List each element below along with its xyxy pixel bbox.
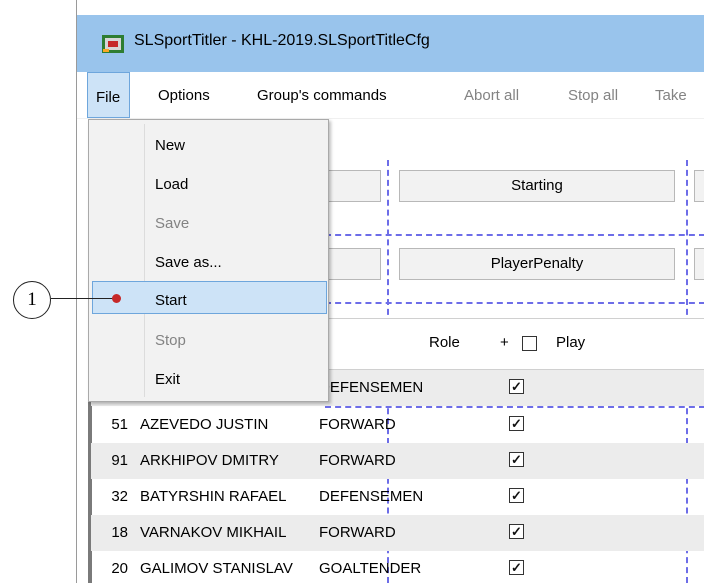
menu-item-start[interactable]: Start	[155, 292, 187, 309]
player-number: 18	[111, 524, 128, 541]
menu-item-save-as[interactable]: Save as...	[155, 254, 222, 271]
table-row[interactable]: 51 AZEVEDO JUSTIN FORWARD ✓	[91, 407, 704, 443]
menu-gutter-divider	[144, 124, 145, 397]
callout-leader-line	[51, 298, 113, 299]
group-divider	[325, 302, 704, 304]
table-row[interactable]: 20 GALIMOV STANISLAV GOALTENDER ✓	[91, 551, 704, 583]
grid-header: Role + Play	[325, 318, 704, 370]
player-role: FORWARD	[319, 524, 396, 541]
menu-highlight	[92, 281, 327, 314]
player-name: ARKHIPOV DMITRY	[140, 452, 279, 469]
title-button-left-2[interactable]	[321, 248, 381, 280]
starting-button[interactable]: Starting	[399, 170, 675, 202]
player-name: BATYRSHIN RAFAEL	[140, 488, 287, 505]
player-name: VARNAKOV MIKHAIL	[140, 524, 287, 541]
file-menu-dropdown: New Load Save Save as... Start Stop Exit	[88, 119, 329, 402]
app-logo-icon	[102, 35, 124, 53]
menu-item-stop[interactable]: Stop	[155, 332, 186, 349]
menu-item-new[interactable]: New	[155, 137, 185, 154]
title-bar: SLSportTitler - KHL-2019.SLSportTitleCfg	[77, 15, 704, 72]
menu-item-load[interactable]: Load	[155, 176, 188, 193]
player-number: 91	[111, 452, 128, 469]
player-role: DEFENSEMEN	[319, 488, 424, 505]
menu-abort-all[interactable]: Abort all	[464, 83, 519, 108]
play-checkbox[interactable]: ✓	[509, 452, 524, 467]
play-checkbox[interactable]: ✓	[509, 379, 524, 394]
play-checkbox[interactable]: ✓	[509, 560, 524, 575]
play-header[interactable]: Play	[556, 334, 585, 351]
player-role: FORWARD	[319, 452, 396, 469]
play-checkbox[interactable]: ✓	[509, 416, 524, 431]
player-name: AZEVEDO JUSTIN	[140, 416, 269, 433]
play-checkbox[interactable]: ✓	[509, 488, 524, 503]
play-checkbox[interactable]: ✓	[509, 524, 524, 539]
menu-stop-all[interactable]: Stop all	[568, 83, 618, 108]
player-role: GOALTENDER	[319, 560, 422, 577]
title-button-left-1[interactable]	[321, 170, 381, 202]
player-number: 20	[111, 560, 128, 577]
player-role: DEFENSEMEN	[319, 379, 424, 396]
menu-item-exit[interactable]: Exit	[155, 371, 180, 388]
window-title: SLSportTitler - KHL-2019.SLSportTitleCfg	[134, 32, 430, 49]
player-role: FORWARD	[319, 416, 396, 433]
callout-pointer-dot	[112, 294, 121, 303]
menu-item-save[interactable]: Save	[155, 215, 189, 232]
title-button-right-1[interactable]	[694, 170, 704, 202]
table-row[interactable]: 32 BATYRSHIN RAFAEL DEFENSEMEN ✓	[91, 479, 704, 515]
play-all-checkbox[interactable]	[522, 336, 537, 351]
player-penalty-button[interactable]: PlayerPenalty	[399, 248, 675, 280]
menu-bar: File Options Group's commands Abort all …	[77, 72, 704, 119]
table-row[interactable]: 18 VARNAKOV MIKHAIL FORWARD ✓	[91, 515, 704, 551]
player-number: 32	[111, 488, 128, 505]
menu-options[interactable]: Options	[158, 83, 210, 108]
player-number: 51	[111, 416, 128, 433]
group-divider	[325, 234, 704, 236]
table-row[interactable]: 91 ARKHIPOV DMITRY FORWARD ✓	[91, 443, 704, 479]
menu-group-commands[interactable]: Group's commands	[257, 83, 387, 108]
title-button-right-2[interactable]	[694, 248, 704, 280]
plus-header[interactable]: +	[500, 334, 509, 351]
callout-number: 1	[13, 281, 51, 319]
role-header[interactable]: Role	[429, 334, 460, 351]
menu-file[interactable]: File	[87, 72, 131, 118]
menu-take[interactable]: Take	[655, 83, 687, 108]
player-name: GALIMOV STANISLAV	[140, 560, 293, 577]
